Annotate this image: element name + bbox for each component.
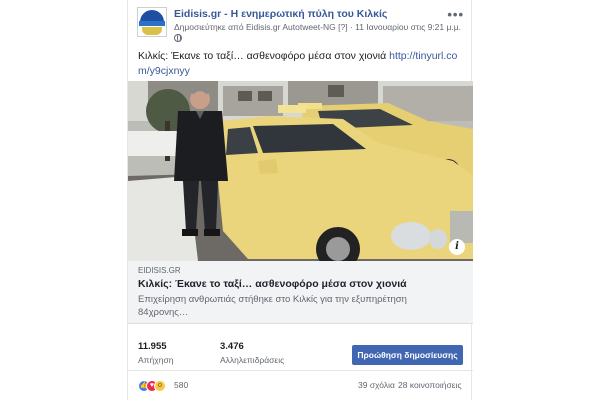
publisher-help[interactable]: [?] (338, 22, 347, 32)
reach-value: 11.955 (138, 341, 167, 352)
page-name-link[interactable]: Eidisis.gr - Η ενημερωτική πύλη του Κιλκ… (174, 8, 387, 20)
boost-post-button[interactable]: Προώθηση δημοσίευσης (352, 345, 463, 365)
screenshot-page: Eidisis.gr - Η ενημερωτική πύλη του Κιλκ… (0, 0, 600, 400)
left-gutter (0, 0, 120, 400)
engagement-label: Αλληλεπιδράσεις (220, 355, 285, 365)
engagement-stat[interactable]: 3.476 Αλληλεπιδράσεις (220, 341, 284, 365)
post-message: Κιλκίς: Έκανε το ταξί… ασθενοφόρο μέσα σ… (138, 49, 463, 79)
link-domain: EIDISIS.GR (138, 266, 181, 275)
facebook-post: Eidisis.gr - Η ενημερωτική πύλη του Κιλκ… (127, 0, 473, 400)
post-insights: 11.955 Απήχηση 3.476 Αλληλεπιδράσεις Προ… (128, 335, 473, 371)
shares-count[interactable]: 28 κοινοποιήσεις (398, 380, 462, 390)
more-options-icon[interactable]: ••• (447, 7, 464, 22)
post-meta: Δημοσιεύτηκε από Eidisis.gr Autotweet-NG… (174, 22, 461, 32)
link-title[interactable]: Κιλκίς: Έκανε το ταξί… ασθενοφόρο μέσα σ… (138, 278, 407, 290)
link-preview-card[interactable]: EIDISIS.GR Κιλκίς: Έκανε το ταξί… ασθενο… (128, 261, 473, 324)
reach-stat[interactable]: 11.955 Απήχηση (138, 341, 173, 365)
meta-separator: · (349, 22, 353, 32)
post-text: Κιλκίς: Έκανε το ταξί… ασθενοφόρο μέσα σ… (138, 50, 387, 62)
info-icon[interactable]: i (449, 239, 465, 255)
publisher-link[interactable]: Eidisis.gr Autotweet-NG (246, 22, 336, 32)
link-description: Επιχείρηση ανθρωπιάς στήθηκε στο Κιλκίς … (138, 294, 407, 318)
reaction-icons[interactable]: 👍 ♥ o (138, 380, 174, 392)
link-preview-image[interactable]: i (128, 81, 473, 261)
page-avatar[interactable] (137, 7, 167, 37)
engagement-value: 3.476 (220, 341, 244, 352)
wow-icon: o (154, 380, 166, 392)
reaction-count[interactable]: 580 (174, 380, 188, 390)
reactions-bar: 👍 ♥ o 580 39 σχόλια 28 κοινοποιήσεις (128, 371, 473, 400)
post-header: Eidisis.gr - Η ενημερωτική πύλη του Κιλκ… (137, 7, 467, 43)
comments-count[interactable]: 39 σχόλια (358, 380, 395, 390)
taxi-photo (128, 81, 473, 261)
published-by-prefix: Δημοσιεύτηκε από (174, 22, 244, 32)
post-timestamp[interactable]: 11 Ιανουαρίου στις 9:21 μ.μ. (355, 22, 461, 32)
globe-icon (174, 34, 182, 42)
reach-label: Απήχηση (138, 355, 174, 365)
